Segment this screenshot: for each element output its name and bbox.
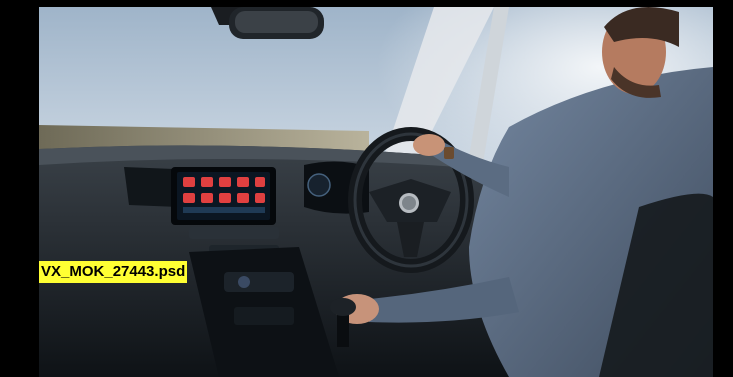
infotainment-screen [171, 167, 276, 225]
file-label: VX_MOK_27443.psd [39, 261, 188, 283]
car-interior-photo [39, 7, 713, 377]
canvas: VX_MOK_27443.psd [0, 0, 733, 377]
